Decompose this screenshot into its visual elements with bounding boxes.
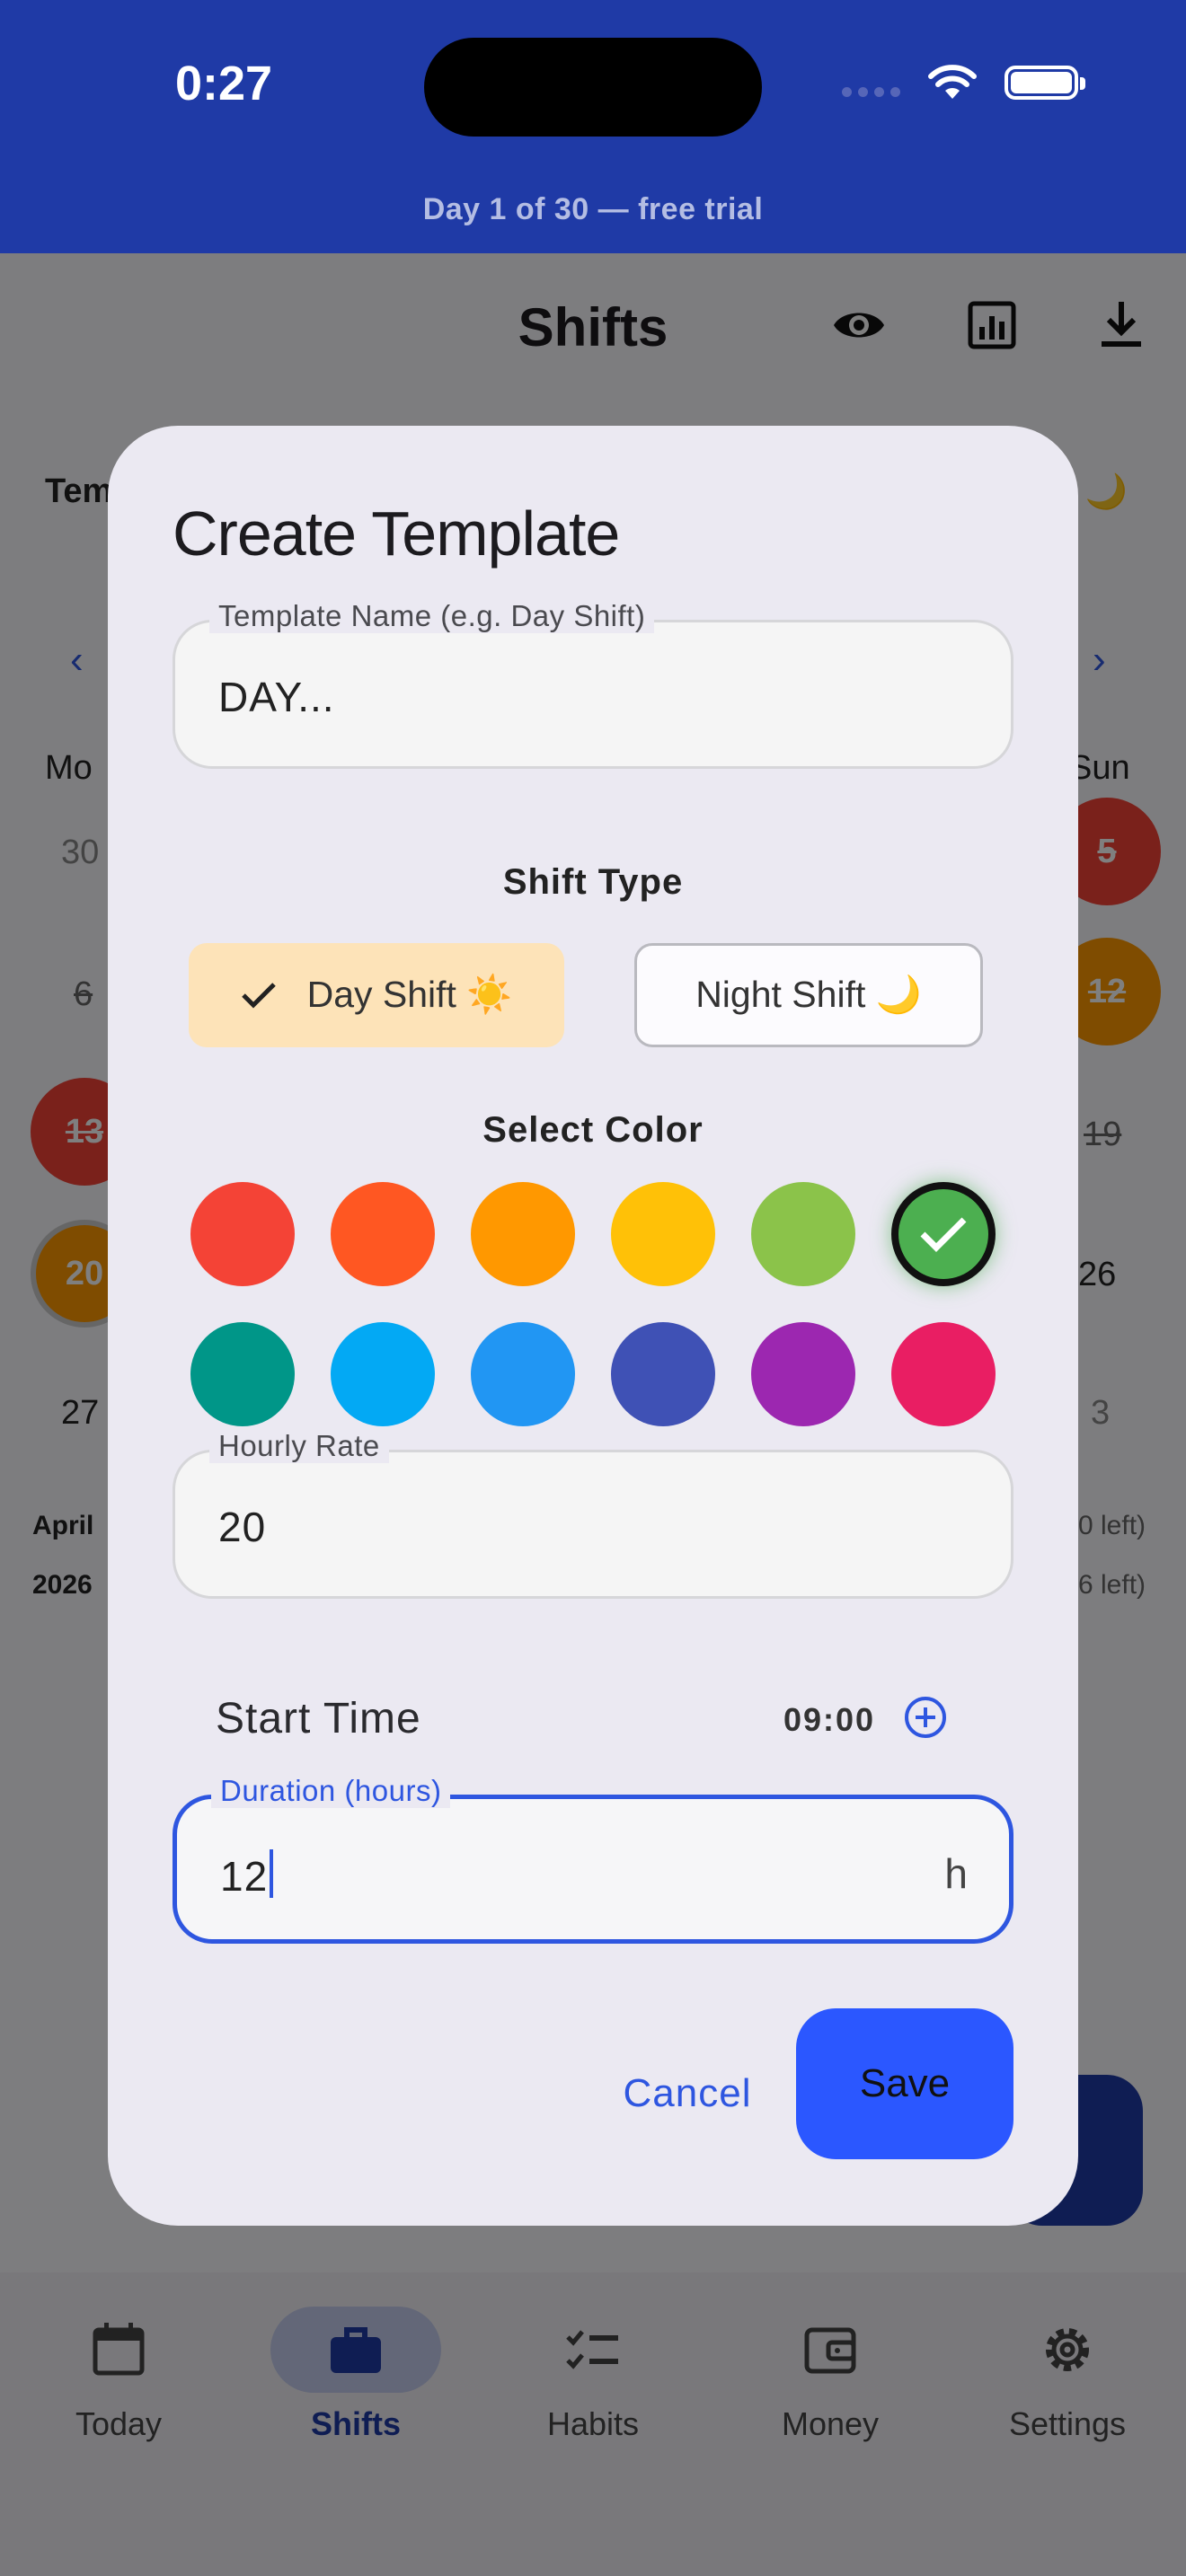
select-color-title: Select Color xyxy=(482,1110,704,1150)
check-icon xyxy=(920,1217,967,1252)
duration-label: Duration (hours) xyxy=(211,1774,451,1808)
color-swatch[interactable] xyxy=(611,1322,715,1426)
night-shift-option[interactable]: Night Shift 🌙 xyxy=(634,943,983,1047)
battery-icon xyxy=(1005,66,1085,100)
color-swatch[interactable] xyxy=(751,1322,855,1426)
day-shift-option[interactable]: Day Shift ☀️ xyxy=(189,943,564,1047)
check-icon xyxy=(241,983,276,1009)
dynamic-island xyxy=(424,38,762,137)
start-time-value[interactable]: 09:00 xyxy=(783,1701,875,1739)
duration-field[interactable]: Duration (hours) 12 h xyxy=(173,1774,1013,1944)
save-button[interactable]: Save xyxy=(796,2008,1013,2159)
start-time-label: Start Time xyxy=(216,1695,421,1742)
hourly-rate-label: Hourly Rate xyxy=(209,1429,389,1463)
text-caret xyxy=(270,1849,274,1898)
day-shift-label: Day Shift ☀️ xyxy=(306,974,513,1015)
duration-value: 12 xyxy=(220,1853,269,1900)
duration-value-wrap: 12 xyxy=(220,1849,274,1901)
wifi-icon xyxy=(928,65,977,99)
dialog-title: Create Template xyxy=(173,498,620,569)
hourly-rate-field[interactable]: Hourly Rate 20 xyxy=(173,1429,1013,1599)
shift-type-title: Shift Type xyxy=(502,862,684,902)
hourly-rate-value: 20 xyxy=(218,1504,267,1550)
create-template-dialog: Create Template Template Name (e.g. Day … xyxy=(108,426,1078,2226)
color-swatch[interactable] xyxy=(611,1182,715,1286)
night-shift-label: Night Shift 🌙 xyxy=(695,974,922,1015)
cancel-button[interactable]: Cancel xyxy=(593,2053,782,2134)
add-circle-icon[interactable] xyxy=(902,1694,949,1741)
trial-banner: Day 1 of 30 — free trial xyxy=(422,192,764,226)
color-swatch[interactable] xyxy=(331,1322,435,1426)
cellular-signal-icon xyxy=(842,69,900,97)
template-name-field[interactable]: Template Name (e.g. Day Shift) DAY... xyxy=(173,599,1013,769)
color-swatch[interactable] xyxy=(891,1322,996,1426)
status-icons xyxy=(842,63,1085,102)
duration-suffix: h xyxy=(944,1850,968,1897)
template-name-value: DAY... xyxy=(218,674,335,720)
color-swatch[interactable] xyxy=(190,1322,295,1426)
color-swatch-selected[interactable] xyxy=(891,1182,996,1286)
template-name-label: Template Name (e.g. Day Shift) xyxy=(209,599,655,633)
status-bar: 0:27 Day 1 of 30 — free trial xyxy=(0,0,1186,253)
color-swatch[interactable] xyxy=(471,1182,575,1286)
color-swatch[interactable] xyxy=(190,1182,295,1286)
color-swatch[interactable] xyxy=(331,1182,435,1286)
color-swatch[interactable] xyxy=(471,1322,575,1426)
status-time: 0:27 xyxy=(175,57,273,110)
color-swatch[interactable] xyxy=(751,1182,855,1286)
